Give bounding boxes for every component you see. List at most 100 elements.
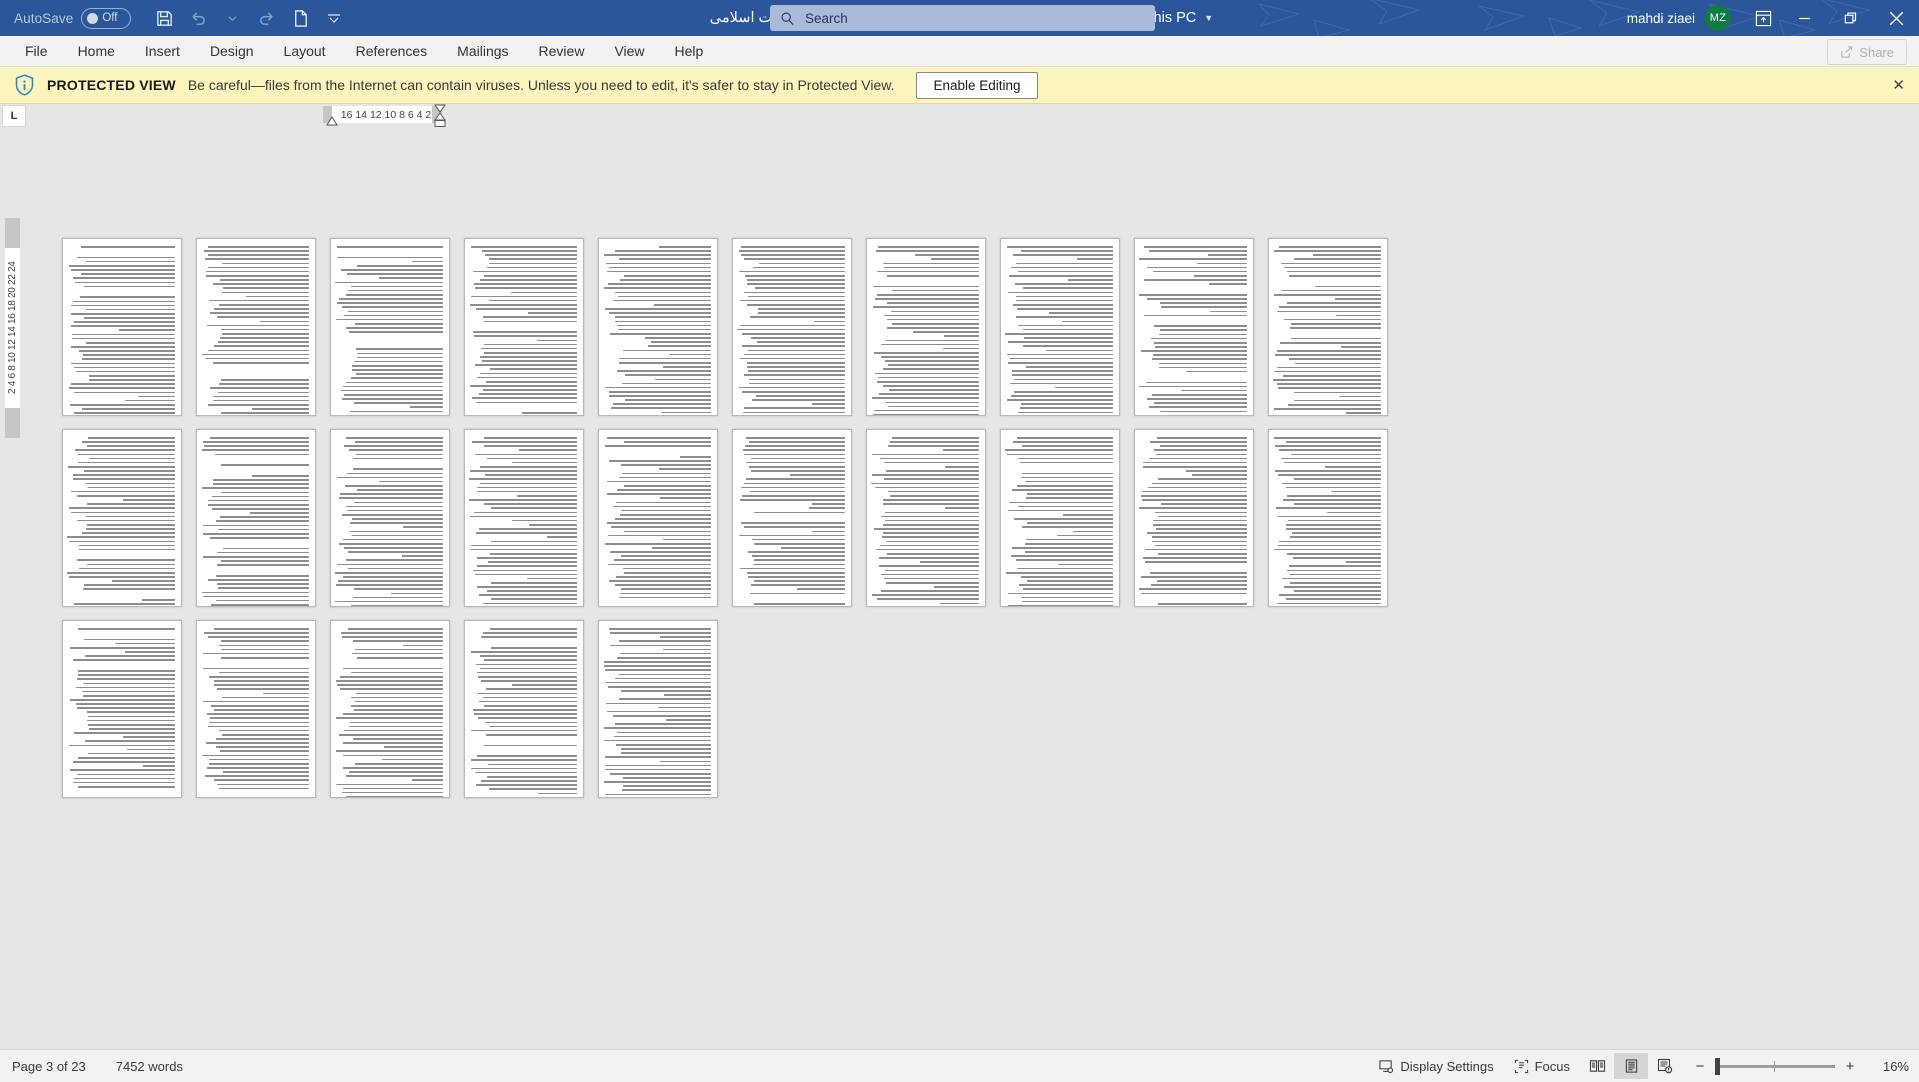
text-line [72, 338, 175, 340]
redo-icon[interactable] [251, 4, 281, 32]
enable-editing-button[interactable]: Enable Editing [916, 72, 1037, 99]
page-thumbnail[interactable] [464, 620, 584, 798]
text-line [740, 358, 845, 360]
close-icon[interactable] [1873, 0, 1919, 36]
page-thumbnail[interactable] [330, 429, 450, 607]
avatar[interactable]: MZ [1705, 5, 1731, 31]
undo-icon[interactable] [183, 4, 213, 32]
zoom-control[interactable]: − + 16% [1694, 1058, 1909, 1075]
hanging-indent-marker[interactable] [433, 104, 447, 128]
autosave-control[interactable]: AutoSave Off [14, 8, 131, 29]
text-line [483, 389, 577, 391]
display-settings-button[interactable]: Display Settings [1369, 1053, 1503, 1079]
page-thumbnail[interactable] [62, 238, 182, 416]
text-line [885, 512, 979, 514]
minimize-icon[interactable] [1781, 0, 1827, 36]
text-line [1027, 522, 1113, 524]
text-line [351, 377, 443, 379]
chevron-down-icon[interactable] [217, 4, 247, 32]
page-thumbnail[interactable] [866, 429, 986, 607]
tab-layout[interactable]: Layout [269, 36, 341, 66]
vertical-ruler[interactable]: 2 4 6 8 10 12 14 16 18 20 22 24 [5, 218, 20, 438]
page-thumbnail[interactable] [1268, 238, 1388, 416]
text-line [888, 364, 979, 366]
text-line [624, 485, 711, 487]
tab-home[interactable]: Home [63, 36, 130, 66]
read-mode-icon[interactable] [1580, 1053, 1614, 1079]
page-thumbnail[interactable] [330, 620, 450, 798]
text-line [605, 765, 711, 767]
text-line [1027, 493, 1113, 495]
save-icon[interactable] [149, 4, 179, 32]
focus-button[interactable]: Focus [1504, 1053, 1580, 1079]
text-line [887, 302, 979, 304]
page-thumbnail[interactable] [732, 429, 852, 607]
horizontal-ruler[interactable]: L 16 14 12 10 8 6 4 2 [0, 104, 1919, 128]
zoom-level[interactable]: 16% [1873, 1059, 1909, 1074]
text-line [878, 377, 979, 379]
document-canvas[interactable]: 2 4 6 8 10 12 14 16 18 20 22 24 [0, 128, 1919, 1049]
tab-stop-selector[interactable]: L [2, 105, 26, 127]
page-thumbnail[interactable] [732, 238, 852, 416]
word-count[interactable]: 7452 words [116, 1059, 183, 1074]
customize-qat-icon[interactable] [319, 4, 349, 32]
zoom-out-button[interactable]: − [1694, 1058, 1706, 1075]
page-thumbnail[interactable] [464, 238, 584, 416]
print-layout-icon[interactable] [1614, 1053, 1648, 1079]
page-thumbnail[interactable] [1134, 238, 1254, 416]
page-text-block [739, 437, 845, 607]
zoom-slider-thumb[interactable] [1715, 1058, 1720, 1075]
chevron-down-icon[interactable]: ▼ [1204, 13, 1213, 23]
tab-insert[interactable]: Insert [130, 36, 195, 66]
text-line [512, 462, 577, 464]
web-layout-icon[interactable] [1648, 1053, 1682, 1079]
account-name[interactable]: mahdi ziaei [1627, 11, 1695, 26]
tab-file[interactable]: File [10, 36, 63, 66]
page-thumbnail[interactable] [196, 620, 316, 798]
tab-review[interactable]: Review [524, 36, 600, 66]
page-thumbnail[interactable] [598, 429, 718, 607]
text-line [604, 781, 711, 783]
zoom-in-button[interactable]: + [1844, 1058, 1856, 1075]
ribbon-display-options-icon[interactable] [1745, 0, 1781, 36]
first-line-indent-marker[interactable] [325, 116, 339, 127]
page-thumbnail[interactable] [598, 238, 718, 416]
page-thumbnail[interactable] [598, 620, 718, 798]
tab-help[interactable]: Help [660, 36, 719, 66]
text-line [608, 564, 711, 566]
text-line [84, 639, 175, 641]
search-input[interactable]: Search [770, 5, 1155, 31]
new-document-icon[interactable] [285, 4, 315, 32]
autosave-toggle[interactable]: Off [81, 8, 131, 29]
text-line [1186, 470, 1247, 472]
search-icon [780, 11, 795, 26]
text-line [477, 491, 577, 493]
tab-design[interactable]: Design [195, 36, 269, 66]
tab-mailings[interactable]: Mailings [442, 36, 523, 66]
text-line [663, 649, 711, 651]
page-thumbnail[interactable] [464, 429, 584, 607]
tab-references[interactable]: References [341, 36, 443, 66]
tab-view[interactable]: View [599, 36, 659, 66]
restore-icon[interactable] [1827, 0, 1873, 36]
text-line [749, 441, 846, 443]
page-thumbnail[interactable] [196, 238, 316, 416]
page-thumbnail[interactable] [330, 238, 450, 416]
page-thumbnail-area[interactable] [30, 128, 1919, 1049]
page-indicator[interactable]: Page 3 of 23 [12, 1059, 86, 1074]
page-thumbnail[interactable] [62, 620, 182, 798]
page-thumbnail[interactable] [1134, 429, 1254, 607]
page-thumbnail[interactable] [1000, 429, 1120, 607]
text-line [884, 578, 979, 580]
zoom-slider[interactable] [1715, 1065, 1835, 1068]
text-line [353, 458, 443, 460]
text-line [1147, 267, 1247, 269]
close-icon[interactable]: ✕ [1892, 76, 1905, 94]
page-thumbnail[interactable] [1000, 238, 1120, 416]
page-thumbnail[interactable] [62, 429, 182, 607]
page-thumbnail[interactable] [196, 429, 316, 607]
text-line [488, 764, 577, 766]
text-line [1152, 541, 1247, 543]
page-thumbnail[interactable] [1268, 429, 1388, 607]
page-thumbnail[interactable] [866, 238, 986, 416]
